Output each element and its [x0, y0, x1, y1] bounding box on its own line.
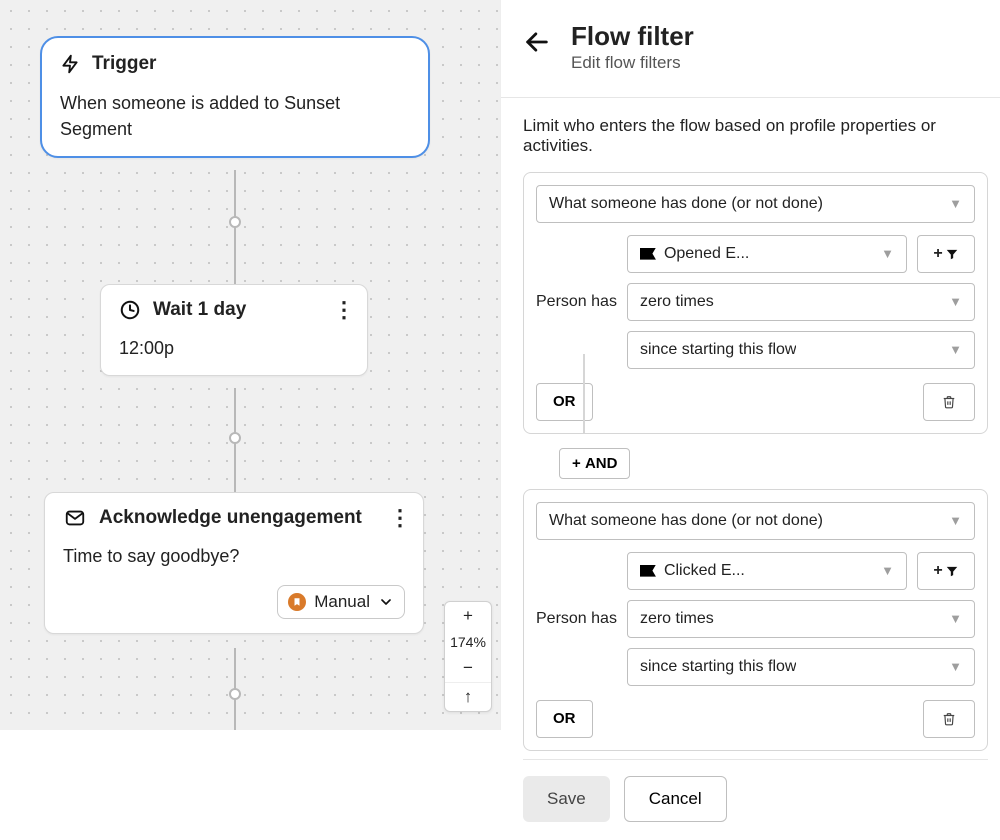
bookmark-badge-icon: [288, 593, 306, 611]
more-icon[interactable]: ⋮: [389, 507, 411, 529]
zoom-in-button[interactable]: +: [445, 602, 491, 630]
wait-time: 12:00p: [119, 335, 349, 361]
metric-label: Clicked E...: [664, 562, 745, 580]
trigger-description: When someone is added to Sunset Segment: [60, 90, 410, 142]
bolt-icon: [60, 52, 80, 76]
zoom-out-button[interactable]: −: [445, 654, 491, 682]
count-select[interactable]: zero times ▼: [627, 283, 975, 321]
panel-title: Flow filter: [571, 22, 694, 51]
filter-type-select[interactable]: What someone has done (or not done) ▼: [536, 185, 975, 223]
person-has-label: Person has: [536, 610, 617, 628]
panel-instruction: Limit who enters the flow based on profi…: [523, 116, 988, 156]
count-label: zero times: [640, 610, 714, 628]
caret-down-icon: ▼: [949, 611, 962, 626]
filter-card: What someone has done (or not done) ▼ Pe…: [523, 489, 988, 751]
email-subject: Time to say goodbye?: [63, 543, 405, 569]
delete-filter-button[interactable]: [923, 383, 975, 421]
timeframe-label: since starting this flow: [640, 341, 797, 359]
trigger-title: Trigger: [92, 53, 156, 75]
caret-down-icon: ▼: [949, 196, 962, 211]
filter-type-label: What someone has done (or not done): [549, 195, 823, 213]
metric-label: Opened E...: [664, 245, 749, 263]
trigger-node[interactable]: Trigger When someone is added to Sunset …: [40, 36, 430, 158]
or-button[interactable]: OR: [536, 700, 593, 738]
timeframe-select[interactable]: since starting this flow ▼: [627, 648, 975, 686]
delete-filter-button[interactable]: [923, 700, 975, 738]
timeframe-label: since starting this flow: [640, 658, 797, 676]
divider: [501, 97, 1000, 98]
send-mode-select[interactable]: Manual: [277, 585, 405, 619]
flow-filter-panel: Flow filter Edit flow filters Limit who …: [500, 0, 1000, 730]
scroll-up-button[interactable]: ↑: [445, 682, 491, 711]
chevron-down-icon: [378, 594, 394, 610]
and-connector-line: [583, 354, 585, 434]
caret-down-icon: ▼: [949, 513, 962, 528]
connector-port[interactable]: [229, 432, 241, 444]
zoom-controls: + 174% − ↑: [444, 601, 492, 712]
connector-port[interactable]: [229, 216, 241, 228]
clock-icon: [119, 299, 141, 321]
caret-down-icon: ▼: [881, 563, 894, 578]
count-label: zero times: [640, 293, 714, 311]
cancel-button[interactable]: Cancel: [624, 776, 727, 822]
metric-select[interactable]: Opened E... ▼: [627, 235, 907, 273]
count-select[interactable]: zero times ▼: [627, 600, 975, 638]
caret-down-icon: ▼: [949, 659, 962, 674]
add-filter-button[interactable]: +: [917, 552, 975, 590]
caret-down-icon: ▼: [881, 246, 894, 261]
person-has-label: Person has: [536, 293, 617, 311]
save-button[interactable]: Save: [523, 776, 610, 822]
filter-type-select[interactable]: What someone has done (or not done) ▼: [536, 502, 975, 540]
filter-type-label: What someone has done (or not done): [549, 512, 823, 530]
flow-canvas[interactable]: Trigger When someone is added to Sunset …: [0, 0, 500, 730]
wait-title: Wait 1 day: [153, 299, 246, 321]
caret-down-icon: ▼: [949, 342, 962, 357]
wait-node[interactable]: ⋮ Wait 1 day 12:00p: [100, 284, 368, 376]
add-filter-button[interactable]: +: [917, 235, 975, 273]
mail-icon: [63, 507, 87, 529]
connector-port[interactable]: [229, 688, 241, 700]
email-title: Acknowledge unengagement: [99, 507, 362, 529]
back-button[interactable]: [523, 28, 551, 56]
metric-select[interactable]: Clicked E... ▼: [627, 552, 907, 590]
timeframe-select[interactable]: since starting this flow ▼: [627, 331, 975, 369]
send-mode-label: Manual: [314, 592, 370, 612]
brand-glyph-icon: [640, 248, 656, 260]
and-button[interactable]: + AND: [559, 448, 630, 479]
brand-glyph-icon: [640, 565, 656, 577]
panel-subtitle: Edit flow filters: [571, 53, 694, 73]
more-icon[interactable]: ⋮: [333, 299, 355, 321]
zoom-level: 174%: [445, 630, 491, 654]
filter-card: What someone has done (or not done) ▼ Pe…: [523, 172, 988, 434]
caret-down-icon: ▼: [949, 294, 962, 309]
email-node[interactable]: ⋮ Acknowledge unengagement Time to say g…: [44, 492, 424, 634]
and-label: AND: [585, 455, 618, 472]
